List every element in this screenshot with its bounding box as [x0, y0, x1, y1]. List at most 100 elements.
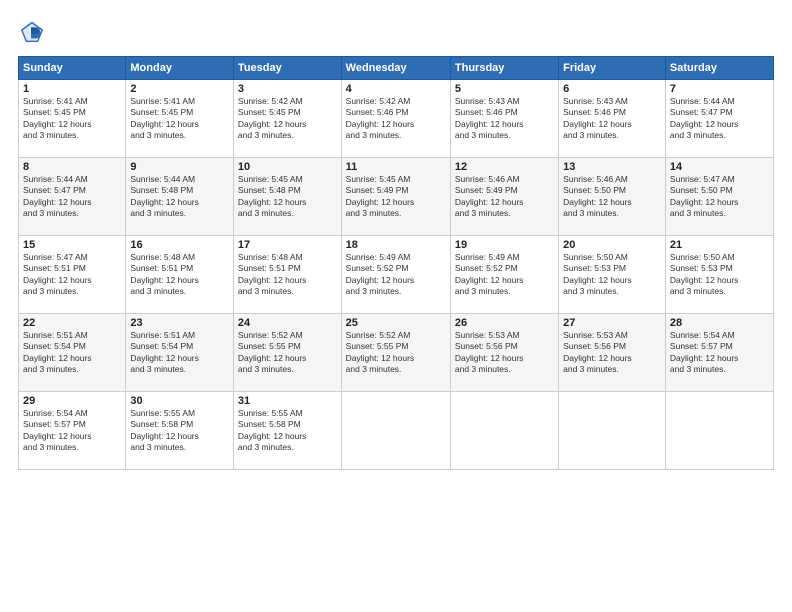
day-info: Sunrise: 5:51 AMSunset: 5:54 PMDaylight:…: [23, 330, 121, 376]
calendar-cell: 9Sunrise: 5:44 AMSunset: 5:48 PMDaylight…: [126, 158, 234, 236]
day-number: 3: [238, 83, 337, 95]
day-number: 5: [455, 83, 554, 95]
day-number: 26: [455, 317, 554, 329]
calendar-cell: 5Sunrise: 5:43 AMSunset: 5:46 PMDaylight…: [450, 80, 558, 158]
calendar-header-saturday: Saturday: [665, 57, 773, 80]
calendar-header-sunday: Sunday: [19, 57, 126, 80]
day-info: Sunrise: 5:43 AMSunset: 5:46 PMDaylight:…: [455, 96, 554, 142]
day-info: Sunrise: 5:54 AMSunset: 5:57 PMDaylight:…: [670, 330, 769, 376]
calendar-cell: 30Sunrise: 5:55 AMSunset: 5:58 PMDayligh…: [126, 392, 234, 470]
calendar-cell: 10Sunrise: 5:45 AMSunset: 5:48 PMDayligh…: [233, 158, 341, 236]
calendar-cell: [665, 392, 773, 470]
day-info: Sunrise: 5:44 AMSunset: 5:47 PMDaylight:…: [23, 174, 121, 220]
day-info: Sunrise: 5:45 AMSunset: 5:48 PMDaylight:…: [238, 174, 337, 220]
day-number: 11: [346, 161, 446, 173]
calendar-cell: 18Sunrise: 5:49 AMSunset: 5:52 PMDayligh…: [341, 236, 450, 314]
day-number: 8: [23, 161, 121, 173]
calendar-cell: 17Sunrise: 5:48 AMSunset: 5:51 PMDayligh…: [233, 236, 341, 314]
calendar-cell: 15Sunrise: 5:47 AMSunset: 5:51 PMDayligh…: [19, 236, 126, 314]
day-number: 23: [130, 317, 229, 329]
calendar-cell: 11Sunrise: 5:45 AMSunset: 5:49 PMDayligh…: [341, 158, 450, 236]
day-info: Sunrise: 5:53 AMSunset: 5:56 PMDaylight:…: [563, 330, 661, 376]
day-number: 13: [563, 161, 661, 173]
calendar-table: SundayMondayTuesdayWednesdayThursdayFrid…: [18, 56, 774, 470]
day-info: Sunrise: 5:47 AMSunset: 5:50 PMDaylight:…: [670, 174, 769, 220]
calendar-cell: [559, 392, 666, 470]
calendar-cell: 24Sunrise: 5:52 AMSunset: 5:55 PMDayligh…: [233, 314, 341, 392]
day-number: 12: [455, 161, 554, 173]
day-number: 2: [130, 83, 229, 95]
day-info: Sunrise: 5:41 AMSunset: 5:45 PMDaylight:…: [23, 96, 121, 142]
day-info: Sunrise: 5:44 AMSunset: 5:47 PMDaylight:…: [670, 96, 769, 142]
day-info: Sunrise: 5:53 AMSunset: 5:56 PMDaylight:…: [455, 330, 554, 376]
day-number: 31: [238, 395, 337, 407]
day-number: 6: [563, 83, 661, 95]
calendar-cell: 4Sunrise: 5:42 AMSunset: 5:46 PMDaylight…: [341, 80, 450, 158]
day-info: Sunrise: 5:45 AMSunset: 5:49 PMDaylight:…: [346, 174, 446, 220]
day-number: 19: [455, 239, 554, 251]
calendar-cell: 7Sunrise: 5:44 AMSunset: 5:47 PMDaylight…: [665, 80, 773, 158]
calendar-cell: 2Sunrise: 5:41 AMSunset: 5:45 PMDaylight…: [126, 80, 234, 158]
day-number: 1: [23, 83, 121, 95]
calendar-cell: 14Sunrise: 5:47 AMSunset: 5:50 PMDayligh…: [665, 158, 773, 236]
day-info: Sunrise: 5:50 AMSunset: 5:53 PMDaylight:…: [670, 252, 769, 298]
calendar-header-friday: Friday: [559, 57, 666, 80]
day-info: Sunrise: 5:41 AMSunset: 5:45 PMDaylight:…: [130, 96, 229, 142]
day-number: 29: [23, 395, 121, 407]
calendar-header-thursday: Thursday: [450, 57, 558, 80]
day-number: 10: [238, 161, 337, 173]
calendar-header-row: SundayMondayTuesdayWednesdayThursdayFrid…: [19, 57, 774, 80]
page: SundayMondayTuesdayWednesdayThursdayFrid…: [0, 0, 792, 612]
day-number: 4: [346, 83, 446, 95]
calendar-cell: 1Sunrise: 5:41 AMSunset: 5:45 PMDaylight…: [19, 80, 126, 158]
calendar-cell: 6Sunrise: 5:43 AMSunset: 5:46 PMDaylight…: [559, 80, 666, 158]
day-info: Sunrise: 5:49 AMSunset: 5:52 PMDaylight:…: [346, 252, 446, 298]
day-number: 30: [130, 395, 229, 407]
day-number: 16: [130, 239, 229, 251]
calendar-cell: 13Sunrise: 5:46 AMSunset: 5:50 PMDayligh…: [559, 158, 666, 236]
calendar-cell: 31Sunrise: 5:55 AMSunset: 5:58 PMDayligh…: [233, 392, 341, 470]
day-info: Sunrise: 5:46 AMSunset: 5:49 PMDaylight:…: [455, 174, 554, 220]
day-info: Sunrise: 5:55 AMSunset: 5:58 PMDaylight:…: [238, 408, 337, 454]
day-number: 27: [563, 317, 661, 329]
header: [18, 18, 774, 46]
day-info: Sunrise: 5:55 AMSunset: 5:58 PMDaylight:…: [130, 408, 229, 454]
day-info: Sunrise: 5:43 AMSunset: 5:46 PMDaylight:…: [563, 96, 661, 142]
day-info: Sunrise: 5:42 AMSunset: 5:45 PMDaylight:…: [238, 96, 337, 142]
day-info: Sunrise: 5:48 AMSunset: 5:51 PMDaylight:…: [238, 252, 337, 298]
logo-icon: [18, 18, 46, 46]
day-number: 20: [563, 239, 661, 251]
calendar-cell: 16Sunrise: 5:48 AMSunset: 5:51 PMDayligh…: [126, 236, 234, 314]
calendar-cell: 25Sunrise: 5:52 AMSunset: 5:55 PMDayligh…: [341, 314, 450, 392]
day-info: Sunrise: 5:46 AMSunset: 5:50 PMDaylight:…: [563, 174, 661, 220]
day-info: Sunrise: 5:52 AMSunset: 5:55 PMDaylight:…: [238, 330, 337, 376]
calendar-cell: 29Sunrise: 5:54 AMSunset: 5:57 PMDayligh…: [19, 392, 126, 470]
day-info: Sunrise: 5:42 AMSunset: 5:46 PMDaylight:…: [346, 96, 446, 142]
calendar-cell: 23Sunrise: 5:51 AMSunset: 5:54 PMDayligh…: [126, 314, 234, 392]
calendar-week-5: 29Sunrise: 5:54 AMSunset: 5:57 PMDayligh…: [19, 392, 774, 470]
calendar-cell: 21Sunrise: 5:50 AMSunset: 5:53 PMDayligh…: [665, 236, 773, 314]
calendar-header-tuesday: Tuesday: [233, 57, 341, 80]
calendar-cell: 12Sunrise: 5:46 AMSunset: 5:49 PMDayligh…: [450, 158, 558, 236]
day-number: 15: [23, 239, 121, 251]
calendar-cell: 28Sunrise: 5:54 AMSunset: 5:57 PMDayligh…: [665, 314, 773, 392]
day-info: Sunrise: 5:52 AMSunset: 5:55 PMDaylight:…: [346, 330, 446, 376]
day-info: Sunrise: 5:48 AMSunset: 5:51 PMDaylight:…: [130, 252, 229, 298]
day-info: Sunrise: 5:50 AMSunset: 5:53 PMDaylight:…: [563, 252, 661, 298]
day-info: Sunrise: 5:44 AMSunset: 5:48 PMDaylight:…: [130, 174, 229, 220]
day-number: 28: [670, 317, 769, 329]
day-number: 21: [670, 239, 769, 251]
calendar-week-1: 1Sunrise: 5:41 AMSunset: 5:45 PMDaylight…: [19, 80, 774, 158]
day-info: Sunrise: 5:47 AMSunset: 5:51 PMDaylight:…: [23, 252, 121, 298]
calendar-cell: 26Sunrise: 5:53 AMSunset: 5:56 PMDayligh…: [450, 314, 558, 392]
calendar-cell: 20Sunrise: 5:50 AMSunset: 5:53 PMDayligh…: [559, 236, 666, 314]
day-info: Sunrise: 5:54 AMSunset: 5:57 PMDaylight:…: [23, 408, 121, 454]
day-number: 18: [346, 239, 446, 251]
day-number: 24: [238, 317, 337, 329]
calendar-cell: [450, 392, 558, 470]
day-number: 14: [670, 161, 769, 173]
day-number: 22: [23, 317, 121, 329]
calendar-week-3: 15Sunrise: 5:47 AMSunset: 5:51 PMDayligh…: [19, 236, 774, 314]
day-info: Sunrise: 5:49 AMSunset: 5:52 PMDaylight:…: [455, 252, 554, 298]
calendar-cell: 22Sunrise: 5:51 AMSunset: 5:54 PMDayligh…: [19, 314, 126, 392]
